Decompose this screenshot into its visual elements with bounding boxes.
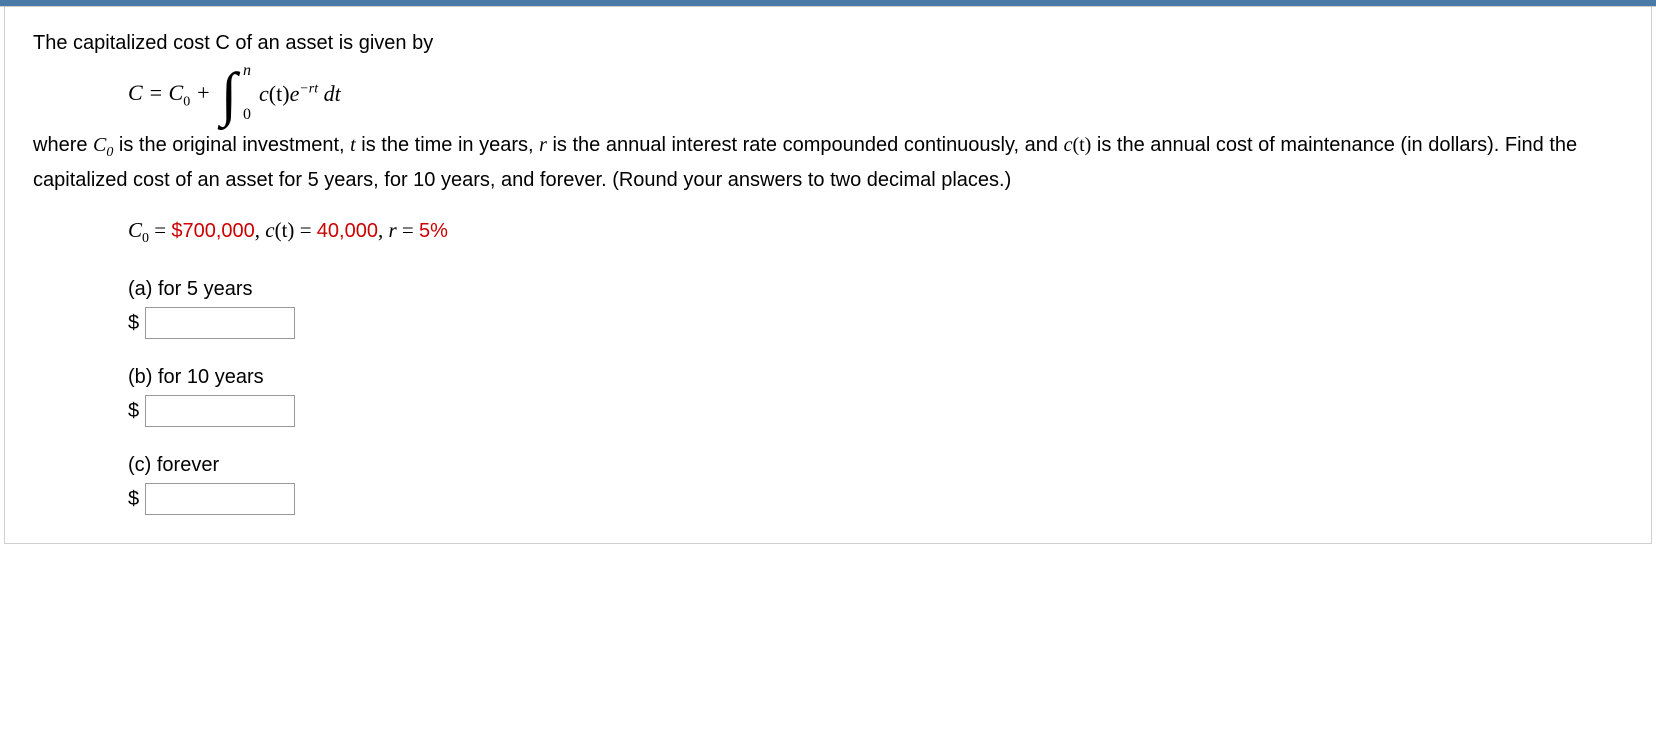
dollar-sign-a: $ [128, 307, 139, 339]
integrand-e: e [290, 81, 300, 106]
top-accent-bar [0, 0, 1656, 7]
desc-p1: where [33, 134, 93, 156]
integrand-dt: dt [318, 81, 341, 106]
given-c0: C [128, 218, 142, 242]
formula-plus: + [190, 80, 210, 105]
given-val2: 40,000 [317, 220, 378, 242]
formula-lhs: C [128, 80, 143, 105]
part-c-label: (c) forever [128, 449, 1623, 481]
desc-p3: is the time in years, [356, 134, 539, 156]
given-val3: 5% [419, 220, 448, 242]
given-eq3: = [397, 218, 419, 242]
answer-input-c[interactable] [145, 483, 295, 515]
given-ct-paren: (t) [275, 218, 295, 242]
given-comma2: , [378, 218, 389, 242]
desc-r: r [539, 134, 547, 156]
integrand-paren: (t) [269, 81, 290, 106]
formula-c0: C [169, 80, 184, 105]
part-b: (b) for 10 years $ [128, 361, 1623, 427]
dollar-sign-c: $ [128, 483, 139, 515]
given-r: r [388, 218, 396, 242]
given-val1: $700,000 [171, 220, 254, 242]
intro-text: The capitalized cost C of an asset is gi… [33, 27, 1623, 59]
integral-lower: 0 [243, 107, 251, 123]
integral-icon: ∫ n 0 [221, 67, 237, 121]
desc-ct-paren: (t) [1072, 134, 1091, 156]
part-a: (a) for 5 years $ [128, 273, 1623, 339]
given-comma1: , [255, 218, 266, 242]
desc-p4: is the annual interest rate compounded c… [547, 134, 1064, 156]
integral-upper: n [243, 63, 251, 79]
desc-p2: is the original investment, [113, 134, 350, 156]
question-container: The capitalized cost C of an asset is gi… [4, 7, 1652, 544]
description-text: where C0 is the original investment, t i… [33, 129, 1623, 196]
answer-input-a[interactable] [145, 307, 295, 339]
integrand: c(t)e−rt dt [259, 76, 341, 111]
desc-c0: C [93, 134, 106, 156]
part-b-label: (b) for 10 years [128, 361, 1623, 393]
given-c0-sub: 0 [142, 232, 149, 247]
given-values: C0 = $700,000, c(t) = 40,000, r = 5% [128, 214, 1623, 251]
part-c: (c) forever $ [128, 449, 1623, 515]
formula-eq: = [143, 80, 169, 105]
given-eq2: = [294, 218, 316, 242]
given-eq1: = [149, 218, 171, 242]
integrand-exp: −rt [299, 82, 318, 97]
part-a-label: (a) for 5 years [128, 273, 1623, 305]
formula-display: C = C 0 + ∫ n 0 c(t)e−rt dt [128, 67, 1623, 121]
answer-input-b[interactable] [145, 395, 295, 427]
dollar-sign-b: $ [128, 395, 139, 427]
integrand-c: c [259, 81, 269, 106]
given-ct: c [265, 218, 274, 242]
